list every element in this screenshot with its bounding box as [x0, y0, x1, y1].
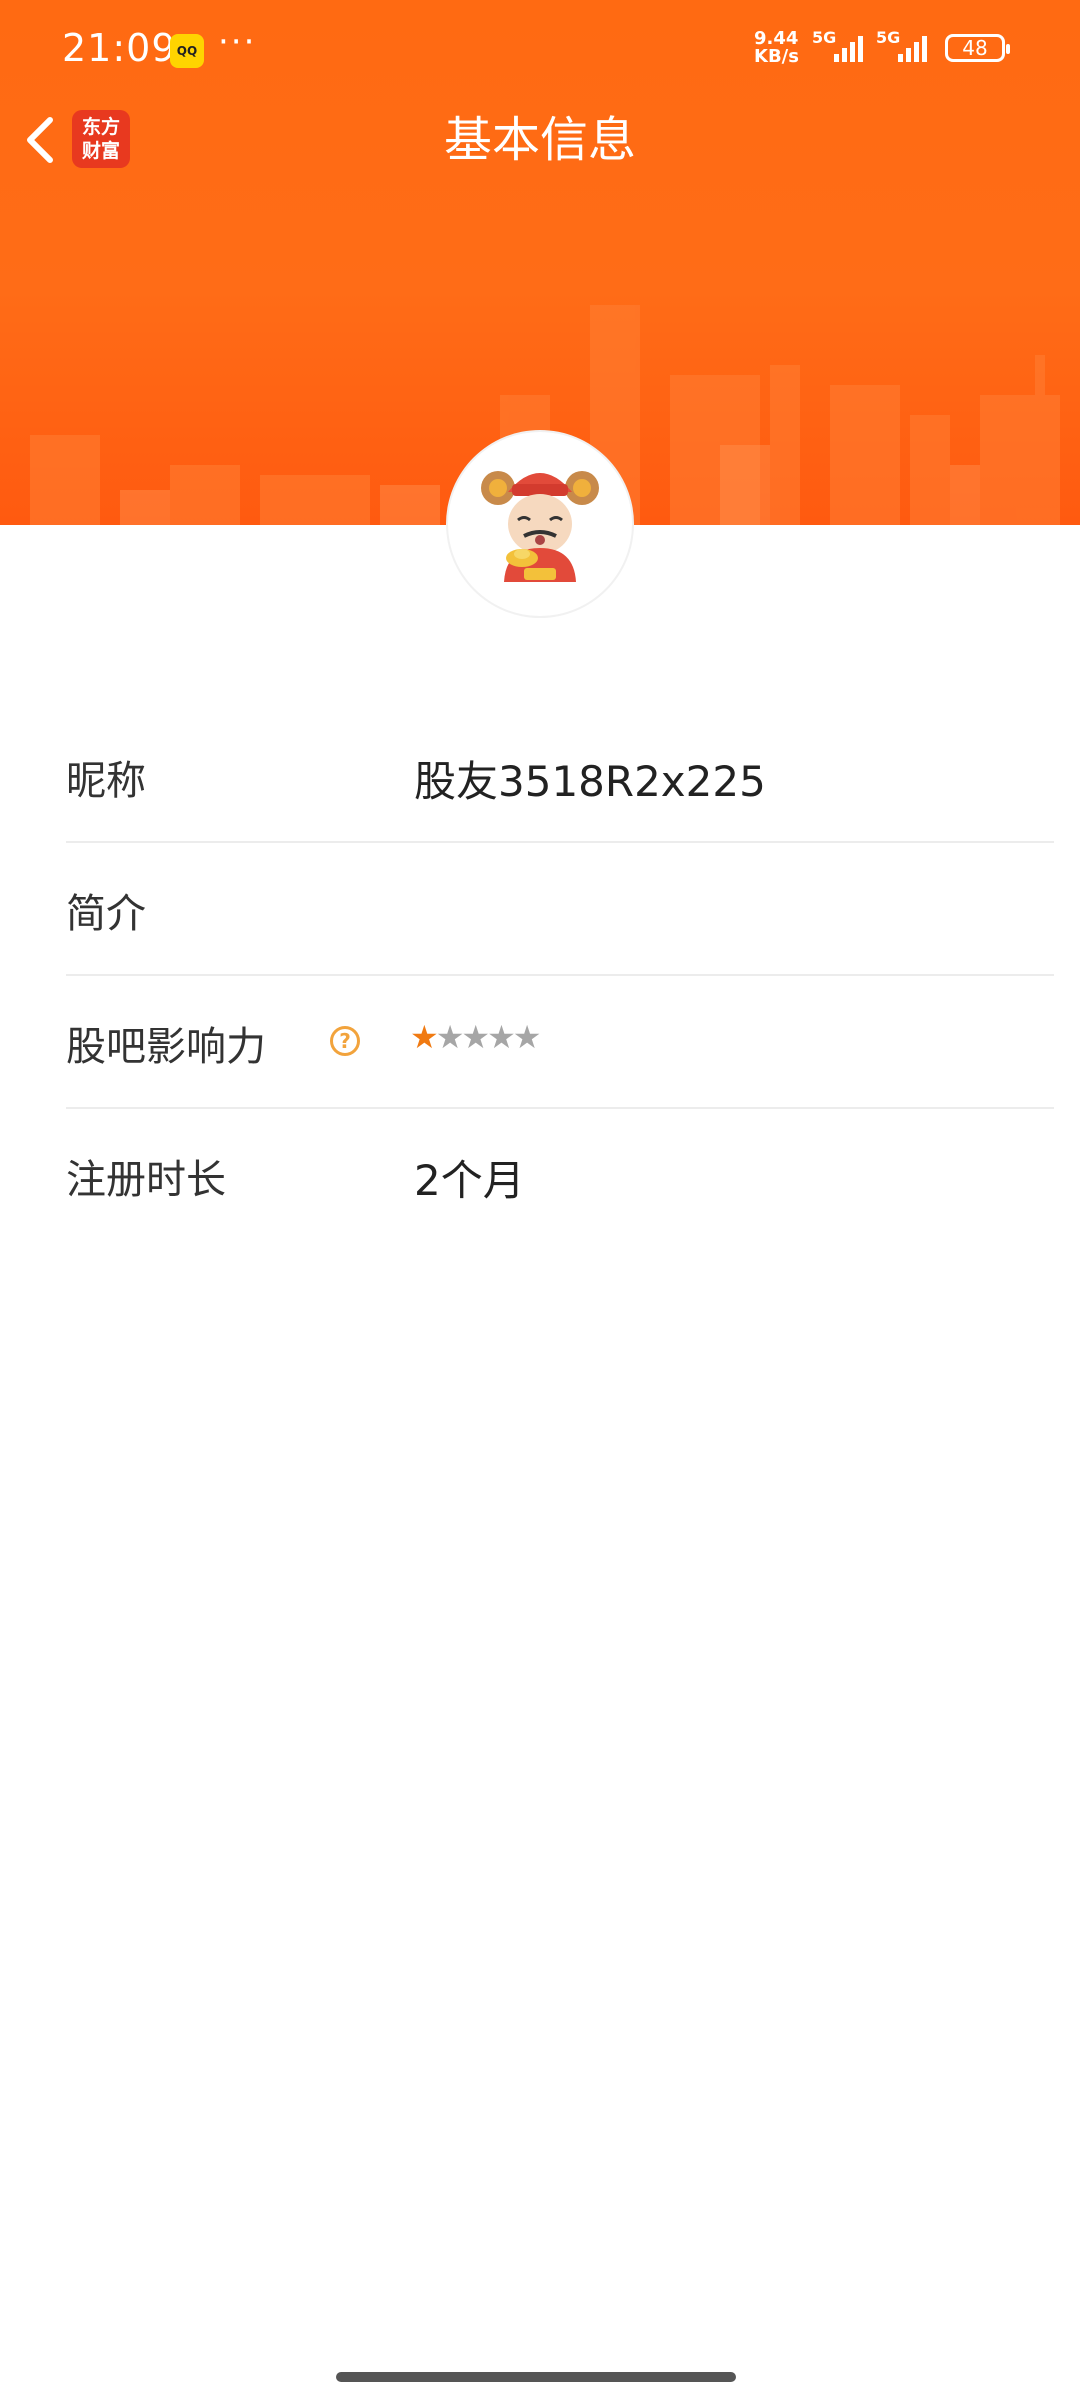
registration-duration-value: 2个月	[414, 1156, 525, 1205]
profile-info-list: 昵称 股友3518R2x225 简介 股吧影响力 ? ★★★★★ 注册时长 2个…	[66, 710, 1054, 1240]
page-title: 基本信息	[443, 112, 636, 168]
home-indicator[interactable]	[336, 2372, 736, 2382]
rating-filled-stars: ★	[410, 1018, 439, 1056]
profile-info-screen: 21:09 QQ ··· 9.44 KB/s 5G 5G 48 东方 财富 基本…	[0, 0, 1080, 2400]
more-notifications-icon: ···	[218, 22, 257, 62]
influence-row: 股吧影响力 ? ★★★★★	[66, 976, 1054, 1109]
registration-duration-row: 注册时长 2个月	[66, 1109, 1054, 1240]
status-time: 21:09	[62, 26, 177, 70]
battery-icon: 48	[945, 34, 1010, 62]
network-speed-unit: KB/s	[754, 46, 799, 67]
bio-row[interactable]: 简介	[66, 843, 1054, 976]
avatar[interactable]	[448, 432, 632, 616]
status-bar: 21:09 QQ ··· 9.44 KB/s 5G 5G 48	[0, 0, 1080, 100]
registration-duration-label: 注册时长	[66, 1157, 226, 1203]
rating-empty-stars: ★★★★	[435, 1018, 542, 1056]
nickname-label: 昵称	[66, 758, 146, 804]
influence-rating: ★★★★★	[410, 1018, 542, 1056]
network-speed: 9.44 KB/s	[754, 30, 799, 66]
nickname-row[interactable]: 昵称 股友3518R2x225	[66, 710, 1054, 843]
battery-level: 48	[962, 36, 988, 60]
question-help-icon[interactable]: ?	[330, 1026, 360, 1056]
influence-label: 股吧影响力	[66, 1024, 266, 1070]
nickname-value: 股友3518R2x225	[414, 757, 766, 806]
fortune-god-avatar-icon	[481, 471, 599, 582]
bio-label: 简介	[66, 891, 146, 937]
qq-notification-icon: QQ	[170, 34, 204, 68]
